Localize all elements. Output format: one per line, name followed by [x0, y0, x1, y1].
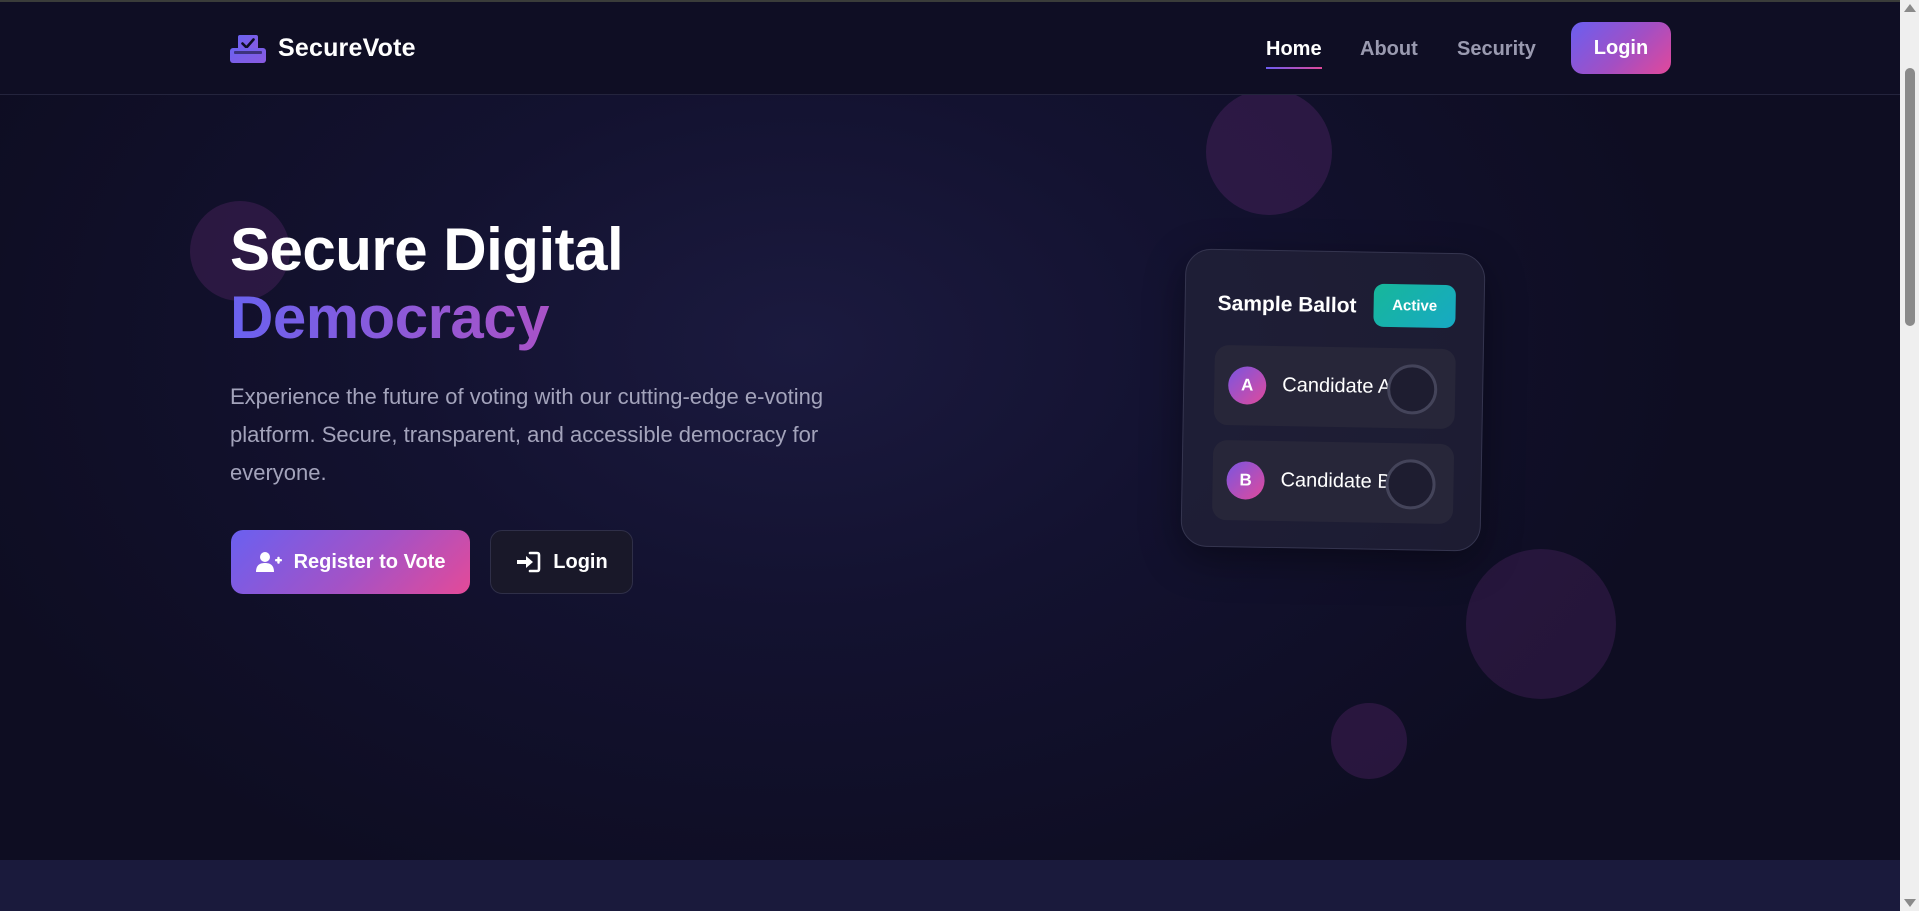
- scrollbar-thumb[interactable]: [1905, 68, 1915, 326]
- hero-login-button[interactable]: Login: [490, 530, 633, 594]
- user-plus-icon: [255, 552, 282, 572]
- register-button-label: Register to Vote: [293, 550, 446, 573]
- hero-description: Experience the future of voting with our…: [230, 384, 824, 485]
- vertical-scrollbar[interactable]: [1900, 0, 1919, 911]
- sign-in-icon: [517, 551, 541, 573]
- ballot-title: Sample Ballot: [1217, 291, 1357, 318]
- navbar: SecureVote Home About Security Login: [0, 2, 1900, 95]
- hero-title-line1: Secure Digital: [230, 216, 624, 283]
- nav-about-link[interactable]: About: [1360, 38, 1418, 61]
- hero-title: Secure Digital Democracy: [230, 216, 624, 352]
- hero-login-label: Login: [553, 550, 608, 573]
- scroll-up-arrow-icon[interactable]: [1904, 4, 1916, 12]
- decorative-bubble: [1466, 549, 1616, 699]
- candidate-name: Candidate B: [1280, 469, 1391, 494]
- candidate-avatar: A: [1227, 366, 1267, 405]
- ballot-box-check-icon: [230, 34, 266, 63]
- status-badge: Active: [1373, 283, 1457, 329]
- decorative-bubble: [1331, 703, 1407, 779]
- nav-security-link[interactable]: Security: [1457, 38, 1536, 61]
- hero-title-line2: Democracy: [230, 284, 623, 352]
- nav-home-link[interactable]: Home: [1266, 38, 1322, 69]
- candidate-radio[interactable]: [1386, 363, 1438, 415]
- candidate-option[interactable]: B Candidate B: [1211, 439, 1455, 525]
- brand-name: SecureVote: [278, 34, 416, 62]
- candidate-option[interactable]: A Candidate A: [1213, 344, 1456, 430]
- candidate-radio[interactable]: [1385, 458, 1436, 510]
- next-section-band: [0, 860, 1900, 911]
- sample-ballot-card: Sample Ballot Active A Candidate A B Can…: [1180, 248, 1486, 552]
- candidate-name: Candidate A: [1282, 374, 1392, 399]
- register-to-vote-button[interactable]: Register to Vote: [231, 530, 470, 594]
- brand[interactable]: SecureVote: [230, 34, 416, 63]
- candidate-avatar: B: [1226, 461, 1265, 500]
- decorative-bubble: [1206, 95, 1332, 215]
- hero-section: Secure Digital Democracy Experience the …: [0, 95, 1900, 860]
- scroll-down-arrow-icon[interactable]: [1904, 899, 1916, 907]
- nav-login-button[interactable]: Login: [1571, 22, 1671, 74]
